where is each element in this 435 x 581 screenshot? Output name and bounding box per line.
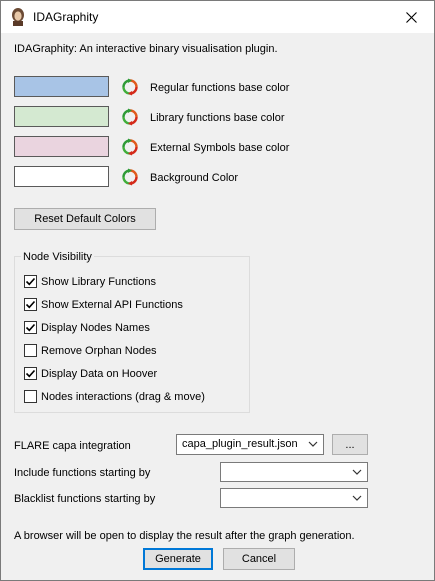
- browser-note: A browser will be open to display the re…: [14, 530, 355, 542]
- include-label: Include functions starting by: [14, 467, 151, 479]
- title-bar: IDAGraphity: [1, 1, 434, 33]
- background-color-reset-icon[interactable]: [121, 168, 139, 186]
- refresh-icon: [122, 138, 138, 156]
- external-color-label: External Symbols base color: [150, 142, 290, 154]
- show-external-api-checkbox[interactable]: [24, 298, 37, 311]
- checkmark-icon: [25, 277, 36, 286]
- checkmark-icon: [25, 369, 36, 378]
- remove-orphan-nodes-label: Remove Orphan Nodes: [41, 345, 157, 357]
- background-color-swatch[interactable]: [14, 166, 109, 187]
- checkmark-icon: [25, 300, 36, 309]
- app-icon: [10, 8, 26, 26]
- show-external-api-label: Show External API Functions: [41, 299, 183, 311]
- cancel-button[interactable]: Cancel: [223, 548, 295, 570]
- display-nodes-names-label: Display Nodes Names: [41, 322, 150, 334]
- capa-browse-button[interactable]: ...: [332, 434, 368, 455]
- refresh-icon: [122, 108, 138, 126]
- close-button[interactable]: [388, 1, 434, 33]
- blacklist-label: Blacklist functions starting by: [14, 493, 156, 505]
- generate-button[interactable]: Generate: [143, 548, 213, 570]
- background-color-label: Background Color: [150, 172, 239, 184]
- external-color-swatch[interactable]: [14, 136, 109, 157]
- reset-default-colors-button[interactable]: Reset Default Colors: [14, 208, 156, 230]
- refresh-icon: [122, 168, 138, 186]
- chevron-down-icon: [352, 495, 362, 501]
- nodes-interactions-checkbox[interactable]: [24, 390, 37, 403]
- external-color-reset-icon[interactable]: [121, 138, 139, 156]
- node-visibility-title: Node Visibility: [21, 251, 94, 263]
- show-library-functions-label: Show Library Functions: [41, 276, 156, 288]
- refresh-icon: [122, 78, 138, 96]
- display-data-on-hoover-label: Display Data on Hoover: [41, 368, 158, 380]
- display-data-on-hoover-checkbox[interactable]: [24, 367, 37, 380]
- library-color-reset-icon[interactable]: [121, 108, 139, 126]
- chevron-down-icon: [308, 441, 318, 447]
- dialog-window: IDAGraphity IDAGraphity: An interactive …: [0, 0, 435, 581]
- library-color-label: Library functions base color: [150, 112, 285, 124]
- chevron-down-icon: [352, 469, 362, 475]
- show-library-functions-checkbox[interactable]: [24, 275, 37, 288]
- window-title: IDAGraphity: [33, 10, 99, 24]
- capa-label: FLARE capa integration: [14, 440, 131, 452]
- capa-selected-value: capa_plugin_result.json: [182, 438, 298, 450]
- regular-color-label: Regular functions base color: [150, 82, 290, 94]
- checkmark-icon: [25, 323, 36, 332]
- close-icon: [405, 11, 417, 23]
- capa-file-select[interactable]: capa_plugin_result.json: [176, 434, 324, 455]
- remove-orphan-nodes-checkbox[interactable]: [24, 344, 37, 357]
- regular-color-reset-icon[interactable]: [121, 78, 139, 96]
- library-color-swatch[interactable]: [14, 106, 109, 127]
- plugin-description: IDAGraphity: An interactive binary visua…: [14, 43, 278, 55]
- display-nodes-names-checkbox[interactable]: [24, 321, 37, 334]
- include-functions-select[interactable]: [220, 462, 368, 482]
- nodes-interactions-label: Nodes interactions (drag & move): [41, 391, 205, 403]
- blacklist-functions-select[interactable]: [220, 488, 368, 508]
- regular-color-swatch[interactable]: [14, 76, 109, 97]
